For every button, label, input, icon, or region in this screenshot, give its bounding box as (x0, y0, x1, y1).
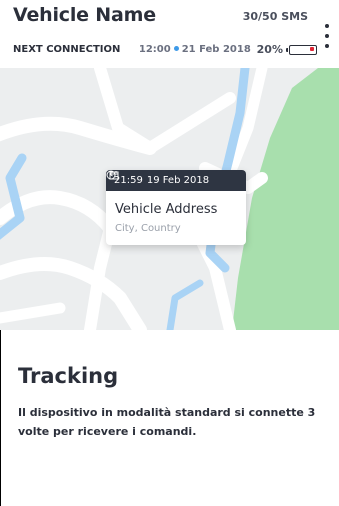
map-view[interactable]: 21:59 19 Feb 2018 Vehicle Address City, … (0, 68, 339, 330)
next-connection: NEXT CONNECTION 12:00 21 Feb 2018 (13, 44, 251, 55)
kebab-menu-icon[interactable] (319, 22, 335, 50)
battery-percent: 20% (256, 43, 283, 56)
next-connection-time: 12:00 (138, 44, 171, 55)
battery-icon (286, 44, 317, 55)
next-connection-label: NEXT CONNECTION (13, 44, 121, 55)
sms-counter: 30/50 SMS (242, 10, 308, 23)
separator-dot (173, 46, 179, 51)
section-description: Il dispositivo in modalità standard si c… (18, 406, 316, 438)
header: Vehicle Name 30/50 SMS NEXT CONNECTION 1… (0, 0, 339, 68)
next-connection-date: 21 Feb 2018 (181, 44, 251, 55)
popup-timestamp: 21:59 19 Feb 2018 (106, 170, 246, 191)
location-popup[interactable]: 21:59 19 Feb 2018 Vehicle Address City, … (106, 170, 246, 245)
popup-date: 19 Feb 2018 (146, 175, 210, 186)
battery-fill (310, 47, 314, 51)
city-country: City, Country (115, 223, 181, 234)
calendar-icon (109, 171, 119, 180)
battery-status: 20% (257, 43, 317, 56)
section-title: Tracking (18, 364, 119, 388)
vehicle-name[interactable]: Vehicle Name (13, 4, 156, 26)
vehicle-address: Vehicle Address (115, 202, 218, 217)
